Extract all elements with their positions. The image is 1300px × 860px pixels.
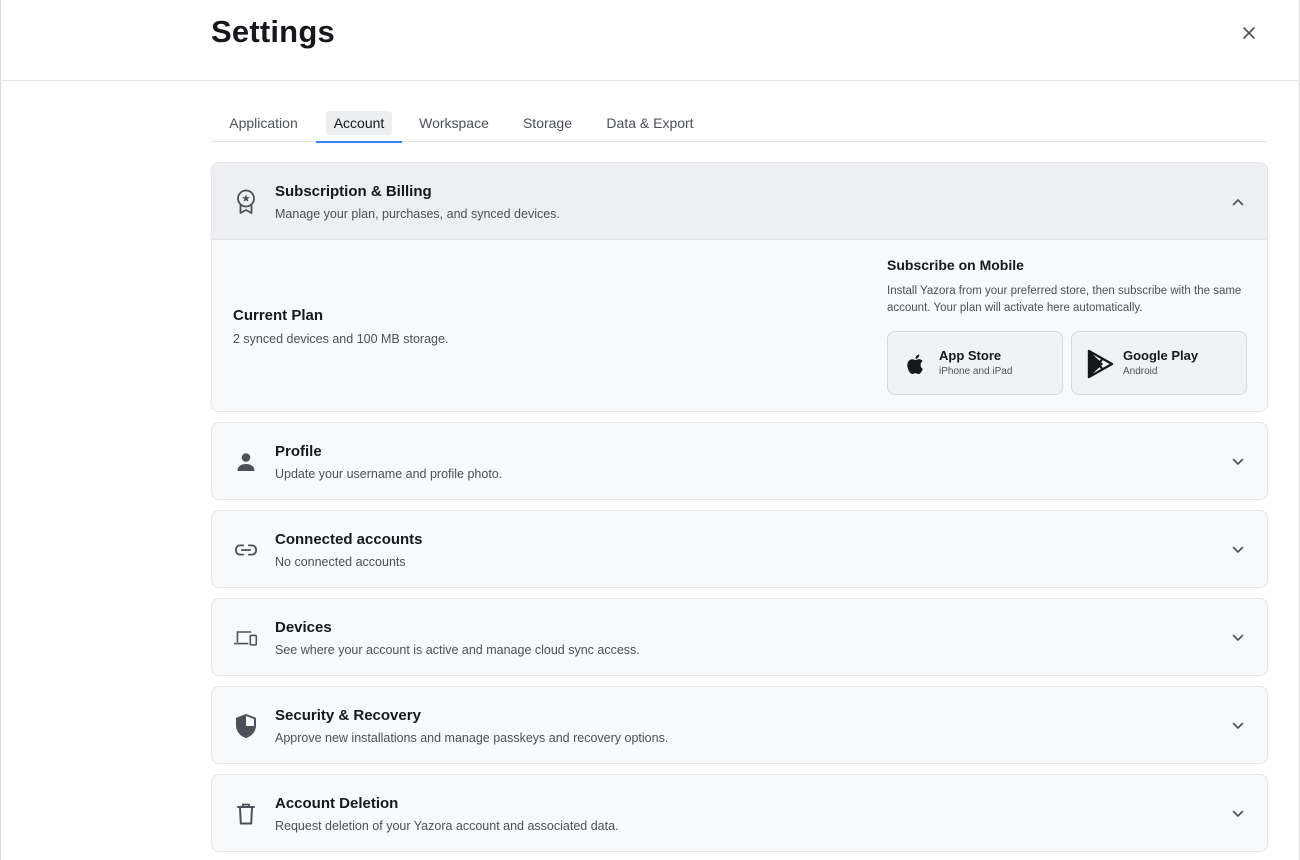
section-header-connected[interactable]: Connected accounts No connected accounts	[212, 511, 1267, 587]
section-title: Account Deletion	[275, 795, 399, 812]
section-title: Profile	[275, 443, 322, 460]
chevron-down-icon[interactable]	[1228, 804, 1248, 824]
section-security-recovery: Security & Recovery Approve new installa…	[211, 686, 1268, 764]
tab-label: Workspace	[419, 115, 489, 131]
section-title: Subscription & Billing	[275, 183, 432, 200]
section-description: Manage your plan, purchases, and synced …	[275, 207, 560, 221]
tab-label: Data & Export	[606, 115, 694, 131]
app-store-name: App Store	[939, 348, 1002, 363]
chevron-down-icon[interactable]	[1228, 540, 1248, 560]
subscription-body: Current Plan 2 synced devices and 100 MB…	[212, 240, 1267, 411]
tab-label: Application	[229, 115, 298, 131]
tab-workspace[interactable]: Workspace	[402, 104, 506, 142]
tab-label: Storage	[522, 115, 573, 131]
close-icon	[1243, 27, 1255, 39]
google-play-button[interactable]: Google Play Android	[1071, 331, 1247, 395]
section-title: Connected accounts	[275, 531, 423, 548]
settings-tabs: Application Account Workspace Storage Da…	[211, 104, 1267, 143]
award-badge-icon	[234, 189, 258, 214]
subscribe-mobile-title: Subscribe on Mobile	[887, 257, 1024, 273]
section-description: Approve new installations and manage pas…	[275, 731, 669, 745]
tab-data-export[interactable]: Data & Export	[589, 104, 711, 142]
tab-label: Account	[325, 111, 393, 135]
tab-storage[interactable]: Storage	[506, 104, 589, 142]
chevron-down-icon[interactable]	[1228, 716, 1248, 736]
current-plan-title: Current Plan	[233, 307, 324, 324]
section-header-security[interactable]: Security & Recovery Approve new installa…	[212, 687, 1267, 763]
apple-icon	[902, 350, 930, 378]
settings-header: Settings	[0, 0, 1300, 81]
app-store-button[interactable]: App Store iPhone and iPad	[887, 331, 1063, 395]
section-profile: Profile Update your username and profile…	[211, 422, 1268, 500]
google-play-icon	[1086, 349, 1114, 379]
section-description: Request deletion of your Yazora account …	[275, 819, 619, 833]
chevron-up-icon[interactable]	[1228, 192, 1248, 212]
section-header-deletion[interactable]: Account Deletion Request deletion of you…	[212, 775, 1267, 851]
window-border-left	[0, 0, 1, 860]
shield-icon	[234, 714, 258, 738]
app-store-sub: iPhone and iPad	[939, 366, 1013, 377]
person-icon	[234, 450, 258, 474]
chevron-down-icon[interactable]	[1228, 452, 1248, 472]
close-button[interactable]	[1237, 21, 1261, 45]
tab-account[interactable]: Account	[316, 104, 402, 143]
section-account-deletion: Account Deletion Request deletion of you…	[211, 774, 1268, 852]
section-description: Update your username and profile photo.	[275, 467, 503, 481]
section-description: See where your account is active and man…	[275, 643, 640, 657]
section-devices: Devices See where your account is active…	[211, 598, 1268, 676]
section-header-profile[interactable]: Profile Update your username and profile…	[212, 423, 1267, 499]
google-play-sub: Android	[1123, 366, 1158, 377]
trash-icon	[234, 802, 258, 826]
subscribe-mobile-description: Install Yazora from your preferred store…	[887, 285, 1242, 314]
tab-application[interactable]: Application	[211, 104, 316, 142]
devices-icon	[234, 626, 258, 650]
chevron-down-icon[interactable]	[1228, 628, 1248, 648]
section-subscription-billing: Subscription & Billing Manage your plan,…	[211, 162, 1268, 412]
section-title: Security & Recovery	[275, 707, 421, 724]
section-connected-accounts: Connected accounts No connected accounts	[211, 510, 1268, 588]
google-play-name: Google Play	[1123, 348, 1199, 363]
section-title: Devices	[275, 619, 332, 636]
section-description: No connected accounts	[275, 555, 406, 569]
current-plan-description: 2 synced devices and 100 MB storage.	[233, 332, 449, 346]
section-header-devices[interactable]: Devices See where your account is active…	[212, 599, 1267, 675]
page-title: Settings	[211, 14, 335, 49]
section-header-subscription[interactable]: Subscription & Billing Manage your plan,…	[212, 163, 1267, 240]
link-icon	[234, 538, 258, 562]
